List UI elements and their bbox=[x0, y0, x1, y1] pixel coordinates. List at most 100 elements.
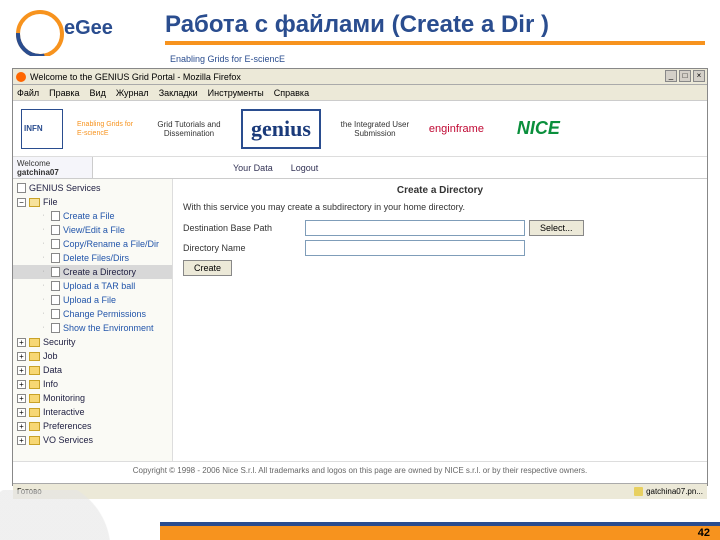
expand-icon: + bbox=[17, 422, 26, 431]
tree-line-icon: · bbox=[39, 324, 48, 333]
expand-icon: + bbox=[17, 408, 26, 417]
tree-item-upload-tar[interactable]: ·Upload a TAR ball bbox=[13, 279, 172, 293]
tree-vo-services[interactable]: +VO Services bbox=[13, 433, 172, 447]
top-nav-row: Welcome gatchina07 Your Data Logout bbox=[13, 157, 707, 179]
enginframe-logo: enginframe bbox=[429, 109, 503, 149]
tree-interactive[interactable]: +Interactive bbox=[13, 405, 172, 419]
tree-line-icon: · bbox=[39, 240, 48, 249]
portal-footer: Copyright © 1998 - 2006 Nice S.r.l. All … bbox=[13, 461, 707, 483]
expand-icon: + bbox=[17, 436, 26, 445]
tree-root-label: GENIUS Services bbox=[29, 182, 101, 194]
lock-icon bbox=[634, 487, 643, 496]
main-area: GENIUS Services − File ·Create a File ·V… bbox=[13, 179, 707, 461]
browser-window: Welcome to the GENIUS Grid Portal - Mozi… bbox=[12, 68, 708, 486]
form-row-submit: Create bbox=[183, 260, 697, 276]
tree-item-upload-file[interactable]: ·Upload a File bbox=[13, 293, 172, 307]
folder-icon bbox=[29, 338, 40, 347]
file-icon bbox=[51, 281, 60, 291]
maximize-button[interactable]: □ bbox=[679, 70, 691, 82]
tree-item-copy-rename[interactable]: ·Copy/Rename a File/Dir bbox=[13, 237, 172, 251]
expand-icon: + bbox=[17, 366, 26, 375]
tree-line-icon: · bbox=[39, 212, 48, 221]
dirname-label: Directory Name bbox=[183, 243, 301, 253]
tree-file-node[interactable]: − File bbox=[13, 195, 172, 209]
file-icon bbox=[51, 309, 60, 319]
minimize-button[interactable]: _ bbox=[665, 70, 677, 82]
select-button[interactable]: Select... bbox=[529, 220, 584, 236]
menu-bookmarks[interactable]: Закладки bbox=[159, 88, 198, 98]
expand-icon: + bbox=[17, 352, 26, 361]
egee-small-logo: Enabling Grids for E-sciencE bbox=[77, 109, 137, 149]
menu-tools[interactable]: Инструменты bbox=[208, 88, 264, 98]
page-number: 42 bbox=[698, 527, 710, 539]
folder-icon bbox=[29, 422, 40, 431]
tree-line-icon: · bbox=[39, 254, 48, 263]
tree-item-create-dir[interactable]: ·Create a Directory bbox=[13, 265, 172, 279]
form-row-dirname: Directory Name bbox=[183, 240, 697, 256]
expand-icon: + bbox=[17, 394, 26, 403]
menu-help[interactable]: Справка bbox=[274, 88, 309, 98]
file-icon bbox=[51, 225, 60, 235]
folder-open-icon bbox=[29, 198, 40, 207]
folder-icon bbox=[29, 408, 40, 417]
create-button[interactable]: Create bbox=[183, 260, 232, 276]
infn-logo: INFN bbox=[21, 109, 63, 149]
window-titlebar: Welcome to the GENIUS Grid Portal - Mozi… bbox=[13, 69, 707, 85]
nice-logo: NICE bbox=[517, 109, 560, 149]
file-icon bbox=[51, 323, 60, 333]
svg-text:eGee: eGee bbox=[64, 17, 113, 39]
partner-logos-row: INFN Enabling Grids for E-sciencE Grid T… bbox=[13, 101, 707, 157]
menu-view[interactable]: Вид bbox=[90, 88, 106, 98]
tree-job[interactable]: +Job bbox=[13, 349, 172, 363]
tab-logout[interactable]: Logout bbox=[291, 163, 319, 173]
file-icon bbox=[51, 267, 60, 277]
expand-icon: + bbox=[17, 380, 26, 389]
tree-data[interactable]: +Data bbox=[13, 363, 172, 377]
welcome-box: Welcome gatchina07 bbox=[13, 157, 93, 178]
welcome-username: gatchina07 bbox=[17, 168, 59, 177]
genius-services-icon bbox=[17, 183, 26, 193]
folder-icon bbox=[29, 352, 40, 361]
tree-line-icon: · bbox=[39, 226, 48, 235]
tree-preferences[interactable]: +Preferences bbox=[13, 419, 172, 433]
folder-icon bbox=[29, 366, 40, 375]
tree-line-icon: · bbox=[39, 310, 48, 319]
firefox-icon bbox=[16, 72, 26, 82]
basepath-label: Destination Base Path bbox=[183, 223, 301, 233]
menu-edit[interactable]: Правка bbox=[49, 88, 79, 98]
tree-info[interactable]: +Info bbox=[13, 377, 172, 391]
collapse-icon: − bbox=[17, 198, 26, 207]
menu-file[interactable]: Файл bbox=[17, 88, 39, 98]
close-button[interactable]: × bbox=[693, 70, 705, 82]
window-title: Welcome to the GENIUS Grid Portal - Mozi… bbox=[30, 72, 241, 82]
file-icon bbox=[51, 239, 60, 249]
grid-tutorials-logo: Grid Tutorials and Dissemination bbox=[151, 109, 227, 149]
tab-your-data[interactable]: Your Data bbox=[233, 163, 273, 173]
tree-line-icon: · bbox=[39, 268, 48, 277]
tree-line-icon: · bbox=[39, 282, 48, 291]
dirname-input[interactable] bbox=[305, 240, 525, 256]
folder-icon bbox=[29, 436, 40, 445]
tree-monitoring[interactable]: +Monitoring bbox=[13, 391, 172, 405]
content-description: With this service you may create a subdi… bbox=[183, 202, 697, 212]
tree-item-delete[interactable]: ·Delete Files/Dirs bbox=[13, 251, 172, 265]
sidebar-tree: GENIUS Services − File ·Create a File ·V… bbox=[13, 179, 173, 461]
tree-file-label: File bbox=[43, 196, 58, 208]
tree-line-icon: · bbox=[39, 296, 48, 305]
basepath-input[interactable] bbox=[305, 220, 525, 236]
slide-footer: 42 bbox=[0, 518, 720, 540]
tree-security[interactable]: +Security bbox=[13, 335, 172, 349]
tree-item-create-file[interactable]: ·Create a File bbox=[13, 209, 172, 223]
tree-item-view-edit[interactable]: ·View/Edit a File bbox=[13, 223, 172, 237]
folder-icon bbox=[29, 394, 40, 403]
content-area: Create a Directory With this service you… bbox=[173, 179, 707, 461]
folder-icon bbox=[29, 380, 40, 389]
tree-item-permissions[interactable]: ·Change Permissions bbox=[13, 307, 172, 321]
expand-icon: + bbox=[17, 338, 26, 347]
tree-item-environment[interactable]: ·Show the Environment bbox=[13, 321, 172, 335]
tree-root[interactable]: GENIUS Services bbox=[13, 181, 172, 195]
menu-history[interactable]: Журнал bbox=[116, 88, 149, 98]
file-icon bbox=[51, 295, 60, 305]
integrated-user-logo: the Integrated User Submission bbox=[335, 109, 415, 149]
file-icon bbox=[51, 253, 60, 263]
